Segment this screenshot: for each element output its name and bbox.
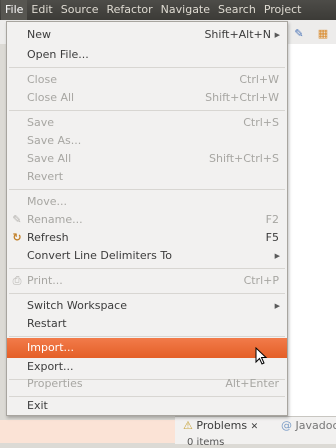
menu-item-shortcut: Shift+Ctrl+W [205,88,279,108]
menu-refactor[interactable]: Refactor [103,0,157,20]
menu-item-label: Save As... [27,131,81,151]
rename-icon: ✎ [10,213,24,227]
menu-item-label: Close All [27,88,74,108]
file-menu-dropdown: New Shift+Alt+N ▶ Open File... Close Ctr… [6,21,288,416]
submenu-arrow-icon: ▶ [275,25,280,45]
menu-separator [9,67,285,68]
problems-panel: ⚠ Problems ✕ @ Javadoc 0 items [175,416,336,444]
menu-item-shortcut: F2 [266,210,279,230]
menu-bar: File Edit Source Refactor Navigate Searc… [0,0,336,20]
menu-item-exit[interactable]: Exit [7,396,287,416]
menu-item-label: Convert Line Delimiters To [27,246,172,266]
tab-javadoc[interactable]: @ Javadoc [281,419,336,432]
menu-item-label: Print... [27,271,63,291]
menu-item-save-all[interactable]: Save All Shift+Ctrl+S [7,149,287,169]
menu-item-label: Revert [27,167,63,187]
menu-item-revert[interactable]: Revert [7,167,287,187]
menu-item-label: Rename... [27,210,83,230]
menu-item-shortcut: Shift+Alt+N [204,25,271,45]
menu-separator [9,268,285,269]
menu-file[interactable]: File [1,0,27,20]
menu-item-restart[interactable]: Restart [7,314,287,334]
menu-item-new[interactable]: New Shift+Alt+N ▶ [7,25,287,45]
menu-separator [9,110,285,111]
print-icon: ⎙ [10,274,24,288]
javadoc-icon: @ [281,419,292,432]
submenu-arrow-icon: ▶ [275,246,280,266]
menu-item-convert-line-delimiters[interactable]: Convert Line Delimiters To ▶ [7,246,287,266]
close-icon[interactable]: ✕ [251,422,259,432]
menu-item-shortcut: Shift+Ctrl+S [209,149,279,169]
menu-item-label: Save All [27,149,71,169]
menu-item-shortcut: Ctrl+P [244,271,279,291]
tab-problems-label: Problems [196,419,247,432]
menu-item-open-file[interactable]: Open File... [7,45,287,65]
menu-item-label: Exit [27,396,48,416]
menu-item-refresh[interactable]: ↻ Refresh F5 [7,228,287,248]
toolbar-pin-icon[interactable]: ✎ [292,27,306,41]
mouse-cursor-icon [255,347,269,367]
refresh-icon: ↻ [10,231,24,245]
toolbar-grid-icon[interactable]: ▦ [316,27,330,41]
problems-icon: ⚠ [183,419,193,432]
menu-item-label: New [27,25,51,45]
menu-item-label: Close [27,70,57,90]
menu-source[interactable]: Source [57,0,103,20]
menu-item-label: Switch Workspace [27,296,127,316]
menu-item-switch-workspace[interactable]: Switch Workspace ▶ [7,296,287,316]
menu-item-properties[interactable]: Properties Alt+Enter [7,374,287,394]
menu-navigate[interactable]: Navigate [157,0,214,20]
menu-item-shortcut: Ctrl+W [239,70,279,90]
menu-item-save-as[interactable]: Save As... [7,131,287,151]
menu-item-shortcut: Ctrl+S [243,113,279,133]
menu-item-label: Properties [27,374,83,394]
menu-item-shortcut: Alt+Enter [225,374,279,394]
menu-separator [9,293,285,294]
package-explorer-area [0,420,175,443]
menu-item-label: Move... [27,192,67,212]
submenu-arrow-icon: ▶ [275,296,280,316]
menu-item-label: Save [27,113,54,133]
menu-project[interactable]: Project [260,0,306,20]
menu-search[interactable]: Search [214,0,260,20]
menu-separator [9,336,285,337]
menu-item-label: Restart [27,314,67,334]
menu-item-label: Refresh [27,228,69,248]
menu-separator [9,189,285,190]
menu-item-label: Import... [27,338,74,358]
tab-javadoc-label: Javadoc [296,419,336,432]
menu-item-close-all[interactable]: Close All Shift+Ctrl+W [7,88,287,108]
menu-item-import[interactable]: Import... [7,338,287,358]
menu-edit[interactable]: Edit [27,0,56,20]
editor-area [288,44,336,443]
menu-item-close[interactable]: Close Ctrl+W [7,70,287,90]
menu-item-move[interactable]: Move... [7,192,287,212]
menu-item-save[interactable]: Save Ctrl+S [7,113,287,133]
menu-item-rename[interactable]: ✎ Rename... F2 [7,210,287,230]
menu-item-label: Open File... [27,45,89,65]
menu-item-shortcut: F5 [266,228,279,248]
menu-item-print[interactable]: ⎙ Print... Ctrl+P [7,271,287,291]
tab-problems[interactable]: ⚠ Problems ✕ [183,419,258,432]
